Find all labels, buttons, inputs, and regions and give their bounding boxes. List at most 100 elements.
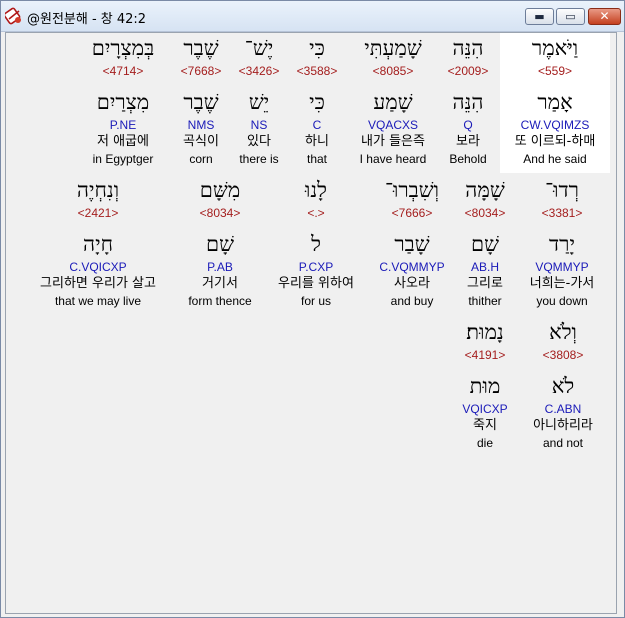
korean-gloss: 그리하면 우리가 살고 [40, 276, 156, 291]
hebrew-lemma: שָׁמַע [373, 90, 413, 114]
korean-gloss: 저 애굽에 [97, 134, 149, 149]
parse-code: Q [463, 118, 473, 132]
hebrew-lemma: ל [311, 232, 321, 256]
strong-code: <8034> [464, 206, 506, 220]
hebrew-lemma: מוּת [469, 374, 501, 398]
word-cell[interactable]: וְנִחְיֶה <2421> חָיָה C.VQICXP 그리하면 우리가… [20, 175, 176, 309]
title-bar[interactable]: @원전분해 - 창 42:2 ▬ ▭ ✕ [1, 1, 624, 32]
word-cell[interactable]: וְלֹא <3808> לֹא C.ABN 아니하리라 and not [520, 317, 606, 451]
word-cell[interactable]: שָׁמַעְתִּי <8085> שָׁמַע VQACXS 내가 들은즉 … [350, 33, 436, 167]
korean-gloss: 우리를 위하여 [278, 276, 354, 291]
hebrew-lemma: שָׁם [206, 232, 234, 256]
strong-code: <7666> [391, 206, 433, 220]
parse-code: CW.VQIMZS [520, 118, 590, 132]
korean-gloss: 하니 [305, 134, 329, 149]
word-cell[interactable]: שֶׁבֶר <7668> שֶׁבֶר NMS 곡식이 corn [172, 33, 230, 167]
english-gloss: that [306, 152, 327, 166]
analysis-panel: וַיֹּאמֶר <559> אָמַר CW.VQIMZS 또 이르되-하매… [5, 32, 617, 614]
strong-code: <4191> [464, 348, 506, 362]
minimize-icon: ▬ [534, 10, 545, 23]
english-gloss: thither [468, 294, 502, 308]
hebrew-lemma: כִּי [309, 90, 325, 114]
hebrew-word: שֶׁבֶר [183, 36, 219, 60]
word-cell[interactable]: רְדוּ־ <3381> יָרַד VQMMYP 너희는-가서 you do… [518, 175, 606, 309]
hebrew-word: הִנֵּה [452, 36, 484, 60]
english-gloss: form thence [188, 294, 252, 308]
hebrew-lemma: שֶׁבֶר [183, 90, 219, 114]
hebrew-lemma: אָמַר [537, 90, 573, 114]
korean-gloss: 곡식이 [183, 134, 219, 149]
parse-code: C [312, 118, 322, 132]
hebrew-word: יֶשׁ־ [244, 36, 274, 60]
close-icon: ✕ [599, 9, 610, 23]
strong-code: <8085> [372, 64, 414, 78]
english-gloss: die [476, 436, 493, 450]
korean-gloss: 보라 [456, 134, 480, 149]
parse-code: VQACXS [367, 118, 418, 132]
minimize-button[interactable]: ▬ [525, 8, 554, 25]
english-gloss: Behold [449, 152, 487, 166]
word-cell[interactable]: יֶשׁ־ <3426> יֵשׁ NS 있다 there is [232, 33, 286, 167]
word-cell[interactable]: וְשִׁבְרוּ־ <7666> שָׁבַר C.VQMMYP 사오라 a… [372, 175, 452, 309]
hebrew-word: בְּמִצְרָיִם [91, 36, 155, 60]
word-cell[interactable]: בְּמִצְרָיִם <4714> מִצְרַיִם P.NE 저 애굽에… [76, 33, 170, 167]
strong-code: <3808> [542, 348, 584, 362]
english-gloss: I have heard [359, 152, 427, 166]
strong-code: <8034> [199, 206, 241, 220]
korean-gloss: 그리로 [467, 276, 503, 291]
korean-gloss: 죽지 [473, 418, 497, 433]
english-gloss: for us [300, 294, 331, 308]
close-button[interactable]: ✕ [588, 8, 621, 25]
window-title: @원전분해 - 창 42:2 [27, 12, 147, 27]
parse-code: C.ABN [544, 402, 582, 416]
maximize-button[interactable]: ▭ [556, 8, 585, 25]
korean-gloss: 내가 들은즉 [361, 134, 425, 149]
parse-code: NMS [187, 118, 215, 132]
english-gloss: and buy [390, 294, 434, 308]
strong-code: <3588> [296, 64, 338, 78]
hebrew-word: שָׁמָּה [465, 178, 505, 202]
strong-code: <559> [537, 64, 573, 78]
word-cell[interactable]: נָמוּת׃ <4191> מוּת VQICXP 죽지 die [454, 317, 516, 451]
english-gloss: in Egyptger [92, 152, 154, 166]
word-cell[interactable]: וַיֹּאמֶר <559> אָמַר CW.VQIMZS 또 이르되-하매… [500, 33, 610, 173]
english-gloss: that we may live [54, 294, 142, 308]
hebrew-lemma: חָיָה [82, 232, 113, 256]
hebrew-word: כִּי [309, 36, 325, 60]
app-icon[interactable] [5, 7, 23, 25]
hebrew-lemma: שָׁם [471, 232, 499, 256]
korean-gloss: 너희는-가서 [529, 276, 595, 291]
hebrew-word: וְנִחְיֶה [76, 178, 120, 202]
hebrew-word: מִשָּׁם [199, 178, 241, 202]
hebrew-word: וְלֹא [549, 320, 577, 344]
word-cell[interactable]: כִּי <3588> כִּי C 하니 that [290, 33, 344, 167]
app-window: @원전분해 - 창 42:2 ▬ ▭ ✕ וַיֹּאמֶר <559> אָמ… [0, 0, 625, 618]
parse-code: P.AB [207, 260, 233, 274]
korean-gloss: 아니하리라 [533, 418, 593, 433]
hebrew-lemma: יָרַד [549, 232, 575, 256]
parse-code: VQICXP [462, 402, 508, 416]
strong-code: <3426> [238, 64, 280, 78]
korean-gloss: 또 이르되-하매 [514, 134, 596, 149]
parse-code: NS [250, 118, 268, 132]
parse-code: P.CXP [298, 260, 334, 274]
parse-code: AB.H [470, 260, 499, 274]
english-gloss: And he said [523, 152, 587, 166]
hebrew-word: וְשִׁבְרוּ־ [384, 178, 440, 202]
word-cell[interactable]: לָנוּ <.> ל P.CXP 우리를 위하여 for us [264, 175, 368, 309]
parse-code: C.VQICXP [69, 260, 127, 274]
hebrew-lemma: יֵשׁ [248, 90, 270, 114]
hebrew-word: נָמוּת׃ [466, 320, 504, 344]
strong-code: <2421> [77, 206, 119, 220]
korean-gloss: 있다 [247, 134, 271, 149]
parse-code: VQMMYP [535, 260, 589, 274]
word-cell[interactable]: מִשָּׁם <8034> שָׁם P.AB 거기서 form thence [180, 175, 260, 309]
word-cell[interactable]: הִנֵּה <2009> הִנֵּה Q 보라 Behold [438, 33, 498, 167]
english-gloss: corn [189, 152, 213, 166]
hebrew-lemma: לֹא [551, 374, 575, 398]
word-cell[interactable]: שָׁמָּה <8034> שָׁם AB.H 그리로 thither [454, 175, 516, 309]
korean-gloss: 사오라 [394, 276, 430, 291]
parse-code: P.NE [109, 118, 137, 132]
strong-code: <2009> [447, 64, 489, 78]
strong-code: <3381> [541, 206, 583, 220]
